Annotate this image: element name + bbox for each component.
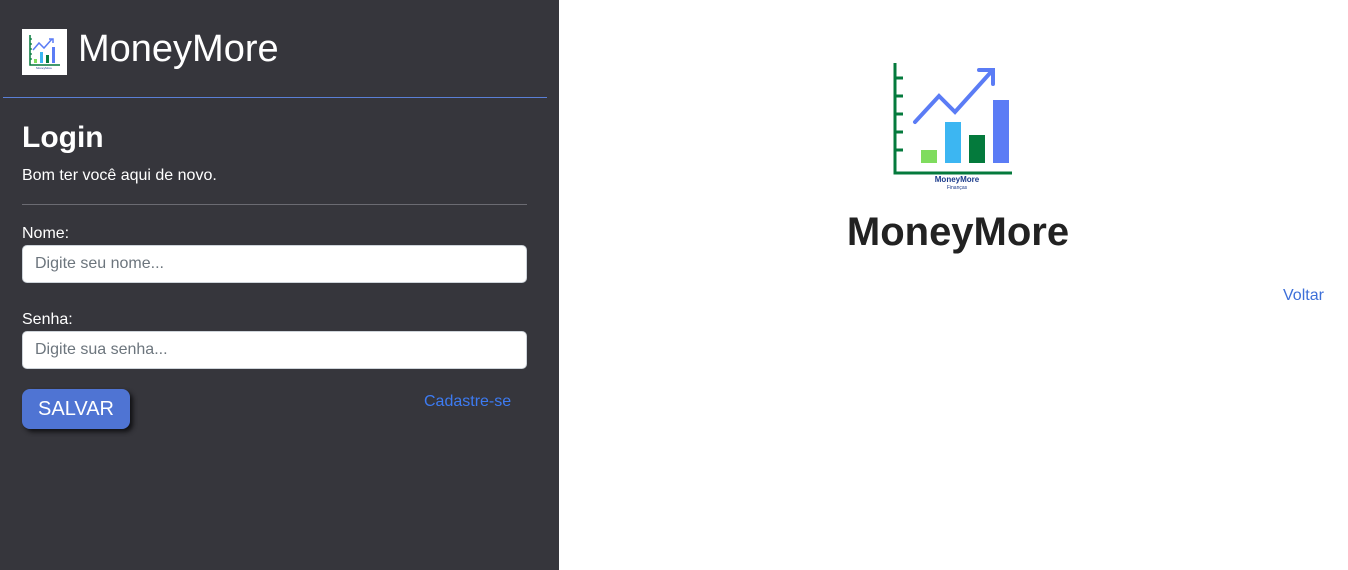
login-subtitle: Bom ter você aqui de novo. <box>22 167 217 184</box>
logo-subcaption: Finanças <box>947 185 968 191</box>
login-panel: MoneyMore MoneyMore Login Bom ter você a… <box>0 0 559 570</box>
login-title: Login <box>22 121 104 154</box>
name-input[interactable] <box>22 245 527 283</box>
register-link[interactable]: Cadastre-se <box>424 393 511 411</box>
growth-chart-logo-icon: MoneyMore Finanças <box>893 63 1012 191</box>
logo-caption: MoneyMore <box>935 175 980 184</box>
brand-title: MoneyMore <box>78 27 279 70</box>
svg-text:MoneyMore: MoneyMore <box>36 66 52 70</box>
back-link[interactable]: Voltar <box>1283 287 1324 305</box>
name-label: Nome: <box>22 225 70 242</box>
hero-title: MoneyMore <box>846 210 1070 254</box>
form-divider <box>22 204 527 205</box>
save-button[interactable]: SALVAR <box>22 389 130 429</box>
password-input[interactable] <box>22 331 527 369</box>
hero-panel: MoneyMore Finanças MoneyMore Voltar <box>559 0 1348 570</box>
header-divider <box>3 97 547 98</box>
brand-header: MoneyMore MoneyMore <box>22 24 279 80</box>
password-label: Senha: <box>22 311 73 328</box>
growth-chart-icon: MoneyMore <box>22 29 67 75</box>
